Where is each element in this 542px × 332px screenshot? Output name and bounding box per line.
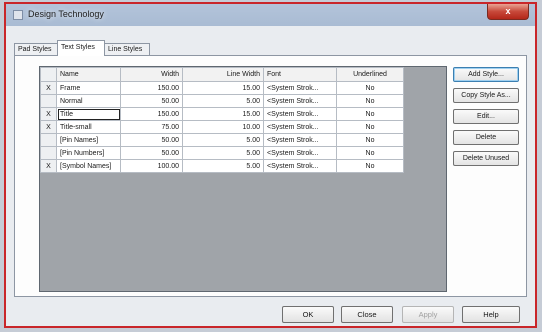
- styles-grid[interactable]: Name Width Line Width Font Underlined X …: [39, 66, 447, 292]
- window-title: Design Technology: [28, 9, 104, 19]
- cell-line-width[interactable]: 5.00: [182, 94, 264, 108]
- cell-underlined[interactable]: No: [336, 159, 404, 173]
- cell-name-selected[interactable]: Title: [56, 107, 121, 121]
- table-row[interactable]: X Title-small 75.00 10.00 <System Strok.…: [40, 120, 404, 134]
- cell-line-width[interactable]: 5.00: [182, 159, 264, 173]
- tab-panel: Name Width Line Width Font Underlined X …: [14, 55, 527, 297]
- cell-underlined[interactable]: No: [336, 146, 404, 160]
- cell-line-width[interactable]: 15.00: [182, 81, 264, 95]
- column-header-mark[interactable]: [40, 67, 57, 82]
- row-mark: [40, 94, 57, 108]
- cell-underlined[interactable]: No: [336, 107, 404, 121]
- table-row[interactable]: [Pin Numbers] 50.00 5.00 <System Strok..…: [40, 146, 404, 160]
- text-styles-table: Name Width Line Width Font Underlined X …: [40, 67, 404, 173]
- cell-width[interactable]: 100.00: [120, 159, 183, 173]
- table-header-row: Name Width Line Width Font Underlined: [40, 67, 404, 82]
- cell-font[interactable]: <System Strok...: [263, 133, 337, 147]
- cell-font[interactable]: <System Strok...: [263, 107, 337, 121]
- app-icon: [13, 10, 23, 20]
- cell-font[interactable]: <System Strok...: [263, 81, 337, 95]
- cell-name[interactable]: Frame: [56, 81, 121, 95]
- cell-name[interactable]: Title-small: [56, 120, 121, 134]
- cell-underlined[interactable]: No: [336, 81, 404, 95]
- row-mark: [40, 133, 57, 147]
- table-row[interactable]: Normal 50.00 5.00 <System Strok... No: [40, 94, 404, 108]
- cell-width[interactable]: 50.00: [120, 133, 183, 147]
- cell-name[interactable]: [Symbol Names]: [56, 159, 121, 173]
- row-mark: X: [40, 81, 57, 95]
- cell-font[interactable]: <System Strok...: [263, 120, 337, 134]
- cell-width[interactable]: 150.00: [120, 107, 183, 121]
- ok-button[interactable]: OK: [282, 306, 334, 323]
- cell-line-width[interactable]: 5.00: [182, 133, 264, 147]
- cell-name[interactable]: [Pin Names]: [56, 133, 121, 147]
- cell-width[interactable]: 150.00: [120, 81, 183, 95]
- cell-underlined[interactable]: No: [336, 94, 404, 108]
- add-style-button[interactable]: Add Style...: [453, 67, 519, 82]
- row-mark: X: [40, 159, 57, 173]
- edit-button[interactable]: Edit...: [453, 109, 519, 124]
- close-window-button[interactable]: x: [487, 4, 529, 20]
- column-header-underlined[interactable]: Underlined: [336, 67, 404, 82]
- table-row[interactable]: X Title 150.00 15.00 <System Strok... No: [40, 107, 404, 121]
- cell-font[interactable]: <System Strok...: [263, 146, 337, 160]
- cell-line-width[interactable]: 10.00: [182, 120, 264, 134]
- cell-font[interactable]: <System Strok...: [263, 159, 337, 173]
- table-row[interactable]: [Pin Names] 50.00 5.00 <System Strok... …: [40, 133, 404, 147]
- title-bar[interactable]: Design Technology x: [6, 4, 535, 26]
- copy-style-as-button[interactable]: Copy Style As...: [453, 88, 519, 103]
- table-row[interactable]: X [Symbol Names] 100.00 5.00 <System Str…: [40, 159, 404, 173]
- dialog-window: Design Technology x Pad Styles Text Styl…: [4, 2, 537, 328]
- delete-button[interactable]: Delete: [453, 130, 519, 145]
- help-button[interactable]: Help: [462, 306, 520, 323]
- row-mark: X: [40, 120, 57, 134]
- delete-unused-button[interactable]: Delete Unused: [453, 151, 519, 166]
- column-header-font[interactable]: Font: [263, 67, 337, 82]
- column-header-name[interactable]: Name: [56, 67, 121, 82]
- cell-line-width[interactable]: 5.00: [182, 146, 264, 160]
- row-mark: [40, 146, 57, 160]
- close-button[interactable]: Close: [341, 306, 393, 323]
- close-icon: x: [505, 6, 511, 16]
- cell-name[interactable]: [Pin Numbers]: [56, 146, 121, 160]
- column-header-line-width[interactable]: Line Width: [182, 67, 264, 82]
- cell-width[interactable]: 75.00: [120, 120, 183, 134]
- cell-width[interactable]: 50.00: [120, 146, 183, 160]
- tab-text-styles[interactable]: Text Styles: [57, 40, 105, 56]
- cell-name[interactable]: Normal: [56, 94, 121, 108]
- apply-button[interactable]: Apply: [402, 306, 454, 323]
- cell-underlined[interactable]: No: [336, 120, 404, 134]
- cell-underlined[interactable]: No: [336, 133, 404, 147]
- column-header-width[interactable]: Width: [120, 67, 183, 82]
- row-mark: X: [40, 107, 57, 121]
- cell-width[interactable]: 50.00: [120, 94, 183, 108]
- cell-font[interactable]: <System Strok...: [263, 94, 337, 108]
- table-row[interactable]: X Frame 150.00 15.00 <System Strok... No: [40, 81, 404, 95]
- cell-line-width[interactable]: 15.00: [182, 107, 264, 121]
